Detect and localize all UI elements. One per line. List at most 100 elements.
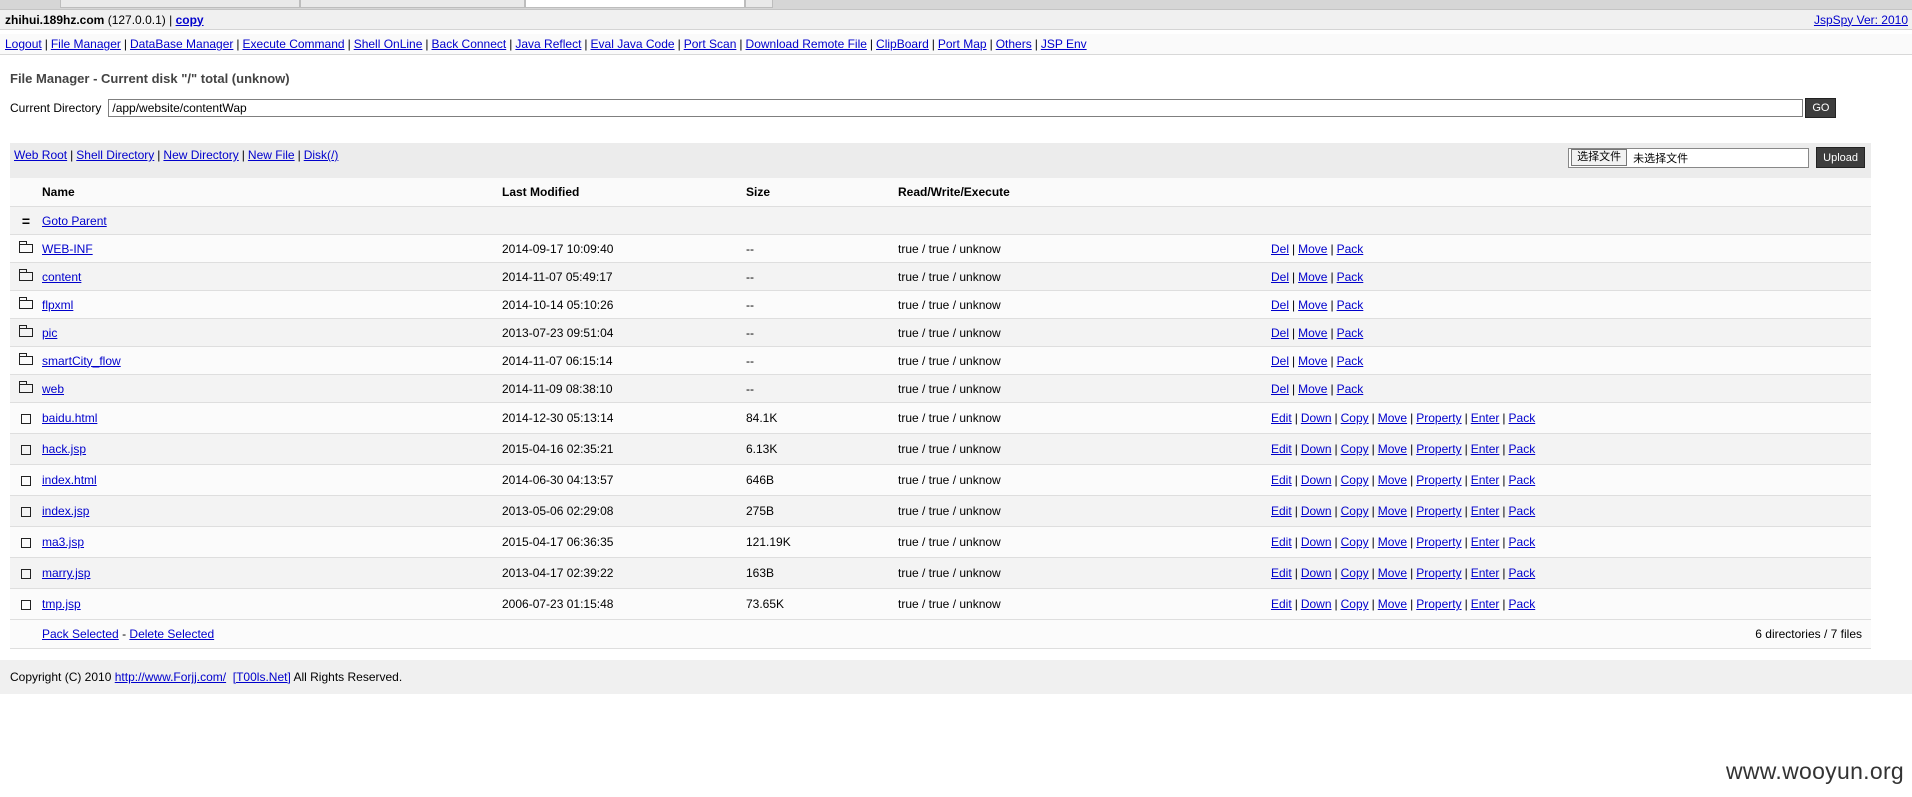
pack-action-link[interactable]: Pack — [1337, 354, 1364, 368]
pack-action-link[interactable]: Pack — [1337, 242, 1364, 256]
directory-name-link[interactable]: WEB-INF — [42, 242, 93, 256]
enter-action-link[interactable]: Enter — [1471, 504, 1500, 518]
del-action-link[interactable]: Del — [1271, 270, 1289, 284]
edit-action-link[interactable]: Edit — [1271, 566, 1292, 580]
edit-action-link[interactable]: Edit — [1271, 597, 1292, 611]
del-action-link[interactable]: Del — [1271, 326, 1289, 340]
move-action-link[interactable]: Move — [1298, 354, 1327, 368]
down-action-link[interactable]: Down — [1301, 566, 1332, 580]
pack-action-link[interactable]: Pack — [1337, 270, 1364, 284]
move-action-link[interactable]: Move — [1298, 242, 1327, 256]
move-action-link[interactable]: Move — [1378, 442, 1407, 456]
move-action-link[interactable]: Move — [1378, 597, 1407, 611]
browser-tab[interactable] — [300, 0, 525, 8]
choose-file-button[interactable]: 选择文件 — [1571, 149, 1628, 166]
delete-selected-link[interactable]: Delete Selected — [129, 627, 214, 641]
edit-action-link[interactable]: Edit — [1271, 411, 1292, 425]
pack-action-link[interactable]: Pack — [1509, 597, 1536, 611]
browser-tab-active[interactable] — [525, 0, 745, 8]
file-picker[interactable]: 选择文件 未选择文件 — [1568, 147, 1810, 168]
file-name-link[interactable]: index.jsp — [42, 504, 89, 518]
pack-action-link[interactable]: Pack — [1509, 473, 1536, 487]
directory-name-link[interactable]: content — [42, 270, 81, 284]
pack-action-link[interactable]: Pack — [1509, 566, 1536, 580]
directory-name-link[interactable]: smartCity_flow — [42, 354, 121, 368]
move-action-link[interactable]: Move — [1298, 382, 1327, 396]
enter-action-link[interactable]: Enter — [1471, 597, 1500, 611]
down-action-link[interactable]: Down — [1301, 442, 1332, 456]
copy-action-link[interactable]: Copy — [1341, 597, 1369, 611]
pack-action-link[interactable]: Pack — [1509, 535, 1536, 549]
copy-action-link[interactable]: Copy — [1341, 566, 1369, 580]
down-action-link[interactable]: Down — [1301, 411, 1332, 425]
edit-action-link[interactable]: Edit — [1271, 504, 1292, 518]
file-name-link[interactable]: marry.jsp — [42, 566, 90, 580]
property-action-link[interactable]: Property — [1416, 597, 1461, 611]
toolbar-new-file-link[interactable]: New File — [248, 148, 295, 162]
file-checkbox-icon[interactable] — [21, 537, 31, 548]
toolbar-new-directory-link[interactable]: New Directory — [163, 148, 238, 162]
move-action-link[interactable]: Move — [1298, 298, 1327, 312]
file-checkbox-icon[interactable] — [21, 568, 31, 579]
down-action-link[interactable]: Down — [1301, 473, 1332, 487]
nav-shell-online-link[interactable]: Shell OnLine — [354, 37, 423, 51]
pack-action-link[interactable]: Pack — [1337, 382, 1364, 396]
move-action-link[interactable]: Move — [1298, 270, 1327, 284]
nav-back-connect-link[interactable]: Back Connect — [432, 37, 507, 51]
t00ls-link[interactable]: [T00ls.Net] — [233, 670, 291, 684]
move-action-link[interactable]: Move — [1378, 411, 1407, 425]
nav-clipboard-link[interactable]: ClipBoard — [876, 37, 929, 51]
enter-action-link[interactable]: Enter — [1471, 566, 1500, 580]
file-name-link[interactable]: hack.jsp — [42, 442, 86, 456]
property-action-link[interactable]: Property — [1416, 535, 1461, 549]
nav-port-scan-link[interactable]: Port Scan — [684, 37, 737, 51]
file-checkbox-icon[interactable] — [21, 475, 31, 486]
move-action-link[interactable]: Move — [1378, 504, 1407, 518]
nav-execute-command-link[interactable]: Execute Command — [243, 37, 345, 51]
enter-action-link[interactable]: Enter — [1471, 442, 1500, 456]
del-action-link[interactable]: Del — [1271, 298, 1289, 312]
copy-action-link[interactable]: Copy — [1341, 535, 1369, 549]
goto-parent-link[interactable]: Goto Parent — [42, 214, 107, 228]
file-checkbox-icon[interactable] — [21, 444, 31, 455]
copy-action-link[interactable]: Copy — [1341, 411, 1369, 425]
enter-action-link[interactable]: Enter — [1471, 473, 1500, 487]
move-action-link[interactable]: Move — [1298, 326, 1327, 340]
directory-name-link[interactable]: flpxml — [42, 298, 73, 312]
del-action-link[interactable]: Del — [1271, 382, 1289, 396]
pack-action-link[interactable]: Pack — [1337, 326, 1364, 340]
del-action-link[interactable]: Del — [1271, 242, 1289, 256]
property-action-link[interactable]: Property — [1416, 504, 1461, 518]
pack-action-link[interactable]: Pack — [1509, 411, 1536, 425]
edit-action-link[interactable]: Edit — [1271, 535, 1292, 549]
toolbar-shell-directory-link[interactable]: Shell Directory — [76, 148, 154, 162]
property-action-link[interactable]: Property — [1416, 442, 1461, 456]
pack-action-link[interactable]: Pack — [1509, 442, 1536, 456]
file-name-link[interactable]: baidu.html — [42, 411, 97, 425]
browser-new-tab[interactable] — [745, 0, 773, 8]
move-action-link[interactable]: Move — [1378, 566, 1407, 580]
pack-action-link[interactable]: Pack — [1337, 298, 1364, 312]
down-action-link[interactable]: Down — [1301, 597, 1332, 611]
browser-tab[interactable] — [60, 0, 300, 8]
toolbar-disk-link[interactable]: Disk(/) — [304, 148, 339, 162]
enter-action-link[interactable]: Enter — [1471, 535, 1500, 549]
file-checkbox-icon[interactable] — [21, 506, 31, 517]
copy-action-link[interactable]: Copy — [1341, 504, 1369, 518]
upload-button[interactable]: Upload — [1816, 147, 1865, 168]
file-name-link[interactable]: tmp.jsp — [42, 597, 81, 611]
file-name-link[interactable]: ma3.jsp — [42, 535, 84, 549]
nav-jsp-env-link[interactable]: JSP Env — [1041, 37, 1087, 51]
edit-action-link[interactable]: Edit — [1271, 473, 1292, 487]
del-action-link[interactable]: Del — [1271, 354, 1289, 368]
toolbar-web-root-link[interactable]: Web Root — [14, 148, 67, 162]
nav-database-manager-link[interactable]: DataBase Manager — [130, 37, 233, 51]
property-action-link[interactable]: Property — [1416, 566, 1461, 580]
nav-download-remote-file-link[interactable]: Download Remote File — [746, 37, 867, 51]
down-action-link[interactable]: Down — [1301, 504, 1332, 518]
nav-others-link[interactable]: Others — [996, 37, 1032, 51]
current-directory-input[interactable] — [108, 99, 1804, 117]
file-name-link[interactable]: index.html — [42, 473, 97, 487]
nav-java-reflect-link[interactable]: Java Reflect — [515, 37, 581, 51]
move-action-link[interactable]: Move — [1378, 535, 1407, 549]
